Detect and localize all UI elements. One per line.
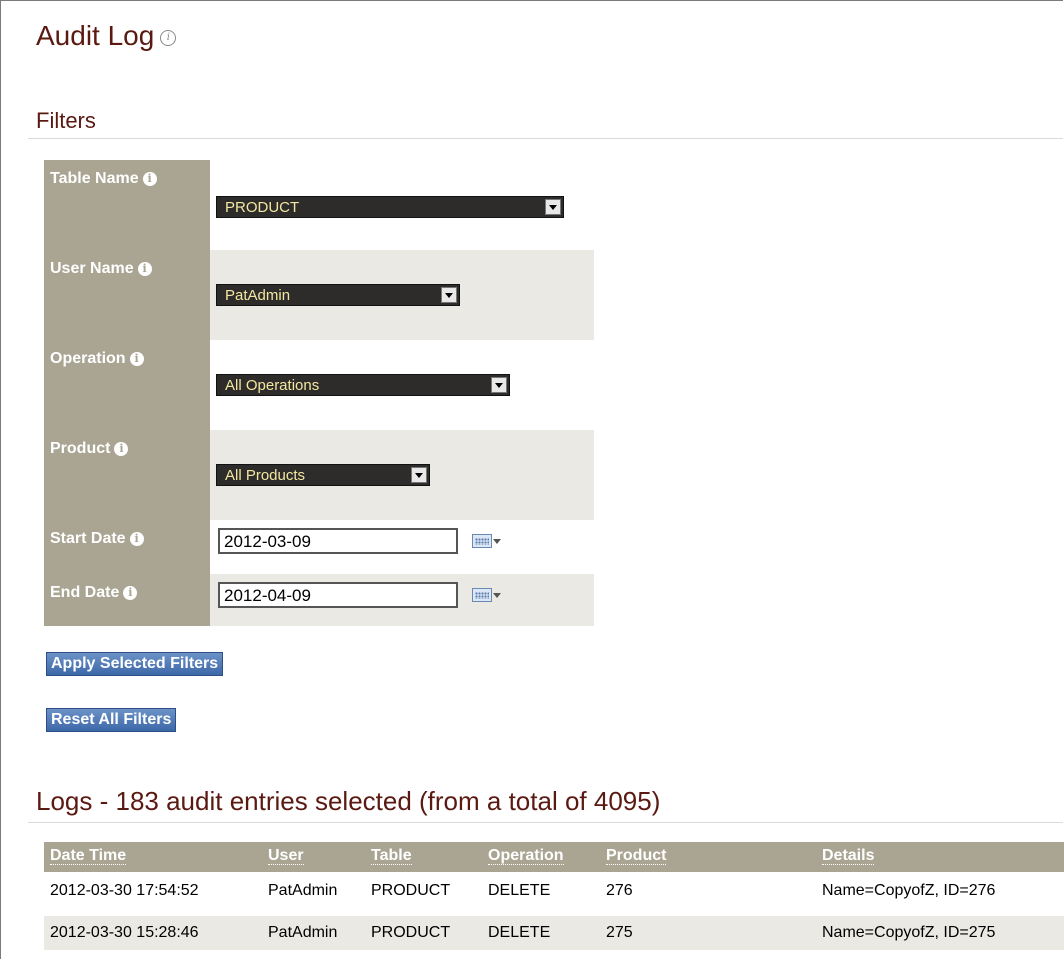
filters-divider [28,138,1063,139]
filter-value-end-date: 2012-04-09 [210,574,594,626]
cell-details: Name=CopyofZ, ID=276 [822,882,996,899]
info-icon[interactable]: i [142,172,157,186]
filter-label-user-name: User Name i [44,250,210,340]
end-date-input[interactable]: 2012-04-09 [218,582,458,608]
calendar-icon[interactable] [472,534,501,550]
cell-table: PRODUCT [371,882,451,899]
table-name-label: Table Name [50,170,139,187]
user-name-selected: PatAdmin [225,287,291,304]
column-header-details[interactable]: Details [822,848,875,865]
apply-filters-button[interactable]: Apply Selected Filters [46,652,224,676]
filter-row-user-name: User Name i PatAdmin [44,250,594,340]
cell-operation: DELETE [488,882,551,899]
filter-label-start-date: Start Date i [44,520,210,574]
product-dropdown[interactable]: All Products [216,464,430,486]
cell-date-time: 2012-03-30 15:28:46 [50,924,199,941]
cell-table: PRODUCT [371,924,451,941]
filter-value-product: All Products [210,430,594,520]
table-row[interactable]: 2012-03-30 17:54:52 PatAdmin PRODUCT DEL… [44,874,1064,908]
info-icon[interactable]: i [129,352,144,366]
info-outline-icon[interactable]: i [160,29,177,46]
column-header-operation[interactable]: Operation [488,848,564,865]
cell-operation: DELETE [488,924,551,941]
filter-label-product: Product i [44,430,210,520]
operation-label: Operation [50,350,126,367]
page-title: Audit Log i [36,20,177,52]
end-date-label: End Date [50,584,120,601]
product-selected: All Products [225,467,306,484]
calendar-icon[interactable] [472,588,501,604]
reset-filters-button[interactable]: Reset All Filters [46,708,177,732]
logs-divider [28,822,1063,823]
logs-heading: Logs - 183 audit entries selected (from … [36,786,661,816]
filter-row-end-date: End Date i 2012-04-09 [44,574,594,626]
column-header-date-time[interactable]: Date Time [50,848,127,865]
info-icon[interactable]: i [137,262,152,276]
chevron-down-icon[interactable] [441,287,457,303]
table-row[interactable]: 2012-03-30 15:28:46 PatAdmin PRODUCT DEL… [44,916,1064,950]
filter-value-user-name: PatAdmin [210,250,594,340]
product-label: Product [50,440,111,457]
filter-value-operation: All Operations [210,340,594,430]
chevron-down-icon[interactable] [491,377,507,393]
filter-row-operation: Operation i All Operations [44,340,594,430]
filter-row-start-date: Start Date i 2012-03-09 [44,520,594,574]
filter-label-end-date: End Date i [44,574,210,626]
user-name-dropdown[interactable]: PatAdmin [216,284,460,306]
page-title-text: Audit Log [36,20,155,51]
cell-product: 276 [606,882,633,899]
info-icon[interactable]: i [129,532,144,546]
info-icon[interactable]: i [114,442,129,456]
user-name-label: User Name [50,260,134,277]
table-name-dropdown[interactable]: PRODUCT [216,196,564,218]
operation-dropdown[interactable]: All Operations [216,374,510,396]
cell-date-time: 2012-03-30 17:54:52 [50,882,199,899]
table-name-selected: PRODUCT [225,199,300,216]
operation-selected: All Operations [225,377,320,394]
filters-heading: Filters [36,108,96,133]
column-header-user[interactable]: User [268,848,304,865]
filter-row-table-name: Table Name i PRODUCT [44,160,594,250]
filter-label-table-name: Table Name i [44,160,210,250]
cell-user: PatAdmin [268,882,338,899]
filter-label-operation: Operation i [44,340,210,430]
start-date-input[interactable]: 2012-03-09 [218,528,458,554]
chevron-down-icon[interactable] [411,467,427,483]
cell-user: PatAdmin [268,924,338,941]
cell-product: 275 [606,924,633,941]
column-header-product[interactable]: Product [606,848,667,865]
filter-row-product: Product i All Products [44,430,594,520]
logs-table-header: Date Time User Table Operation Product D… [44,842,1064,872]
filter-value-start-date: 2012-03-09 [210,520,594,574]
start-date-label: Start Date [50,530,126,547]
column-header-table[interactable]: Table [371,848,412,865]
chevron-down-icon[interactable] [545,199,561,215]
info-icon[interactable]: i [123,586,138,600]
cell-details: Name=CopyofZ, ID=275 [822,924,996,941]
filter-value-table-name: PRODUCT [210,160,594,250]
